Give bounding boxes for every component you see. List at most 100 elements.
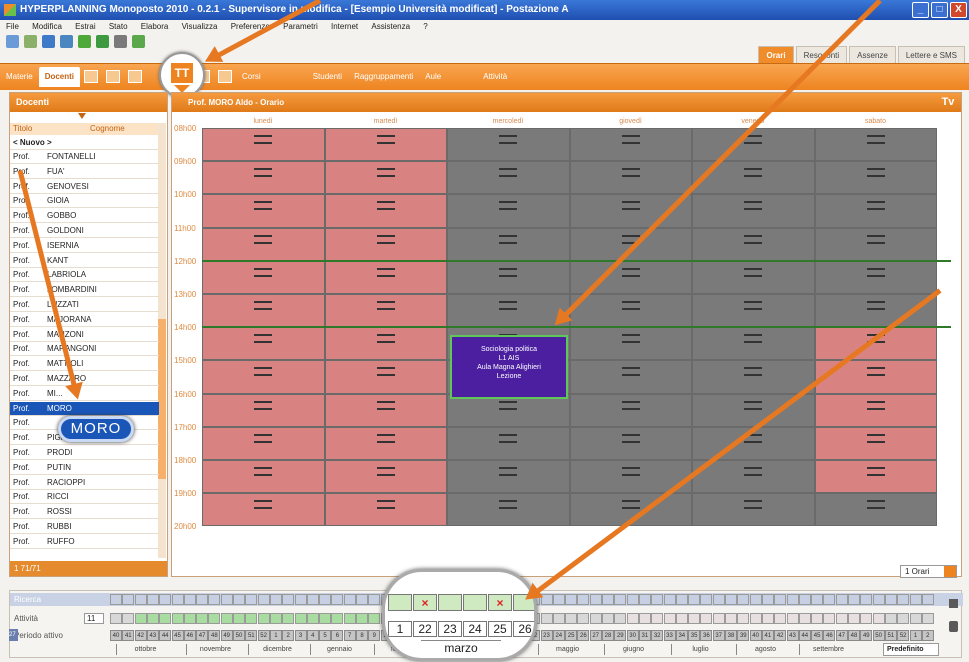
ricerca-cell[interactable] — [171, 594, 184, 605]
maximize-button[interactable]: □ — [931, 2, 948, 18]
activity-cell[interactable] — [921, 613, 934, 624]
activity-cell[interactable] — [663, 613, 676, 624]
ricerca-cell[interactable] — [134, 594, 147, 605]
week-cell[interactable]: 29 — [614, 630, 627, 641]
menu-help[interactable]: ? — [423, 22, 427, 31]
timetable-slot[interactable] — [447, 426, 570, 460]
activity-cell[interactable] — [159, 613, 172, 624]
week-cell[interactable]: 51 — [884, 630, 897, 641]
zoom-date[interactable]: 23 — [438, 621, 462, 637]
timetable-slot[interactable] — [447, 161, 570, 195]
tab-assenze[interactable]: Assenze — [849, 46, 896, 63]
week-cell[interactable]: 1 — [269, 630, 282, 641]
ricerca-cell[interactable] — [269, 594, 282, 605]
ricerca-cell[interactable] — [675, 594, 688, 605]
report-icon[interactable] — [218, 70, 233, 83]
ricerca-cell[interactable] — [306, 594, 319, 605]
activity-cell[interactable] — [614, 613, 627, 624]
timetable-slot[interactable] — [324, 294, 447, 328]
timetable-slot[interactable] — [692, 360, 815, 394]
ricerca-cell[interactable] — [220, 594, 233, 605]
timetable-slot[interactable] — [692, 260, 815, 294]
activity-cell[interactable] — [786, 613, 799, 624]
teacher-row[interactable]: Prof. FONTANELLI — [10, 150, 159, 164]
week-cell[interactable]: 52 — [897, 630, 910, 641]
week-cell[interactable]: 4 — [306, 630, 319, 641]
timetable-slot[interactable] — [447, 194, 570, 228]
ricerca-cell[interactable] — [921, 594, 934, 605]
month-label[interactable]: luglio — [671, 644, 729, 655]
week-cell[interactable]: 42 — [774, 630, 787, 641]
export-icon[interactable] — [78, 35, 91, 48]
timetable-slot[interactable] — [569, 294, 692, 328]
ricerca-cell[interactable] — [294, 594, 307, 605]
tab-orari[interactable]: Orari — [758, 46, 794, 63]
month-label[interactable]: gennaio — [310, 644, 368, 655]
ricerca-cell[interactable] — [183, 594, 196, 605]
timetable-slot[interactable] — [324, 194, 447, 228]
predefinito-select[interactable]: Predefinito — [883, 643, 939, 656]
week-cell[interactable]: 50 — [233, 630, 245, 641]
week-cell[interactable]: 48 — [848, 630, 860, 641]
teacher-row[interactable]: Prof. LOMBARDINI — [10, 283, 159, 298]
activity-cell[interactable] — [774, 613, 787, 624]
print-strip-icon[interactable] — [949, 599, 958, 608]
list-view-icon[interactable] — [84, 70, 99, 83]
month-label[interactable]: novembre — [186, 644, 244, 655]
week-cell[interactable]: 8 — [356, 630, 368, 641]
activity-cell[interactable] — [737, 613, 750, 624]
activity-cell[interactable] — [848, 613, 860, 624]
col-cognome[interactable]: Cognome — [50, 123, 125, 135]
menu-modifica[interactable]: Modifica — [32, 22, 62, 31]
tab-lettere-sms[interactable]: Lettere e SMS — [897, 46, 965, 63]
timetable-view-icon[interactable]: TT — [171, 63, 193, 83]
activity-cell[interactable] — [438, 594, 462, 611]
ricerca-cell[interactable] — [712, 594, 725, 605]
activity-cell[interactable] — [233, 613, 245, 624]
activity-cell[interactable] — [220, 613, 233, 624]
activity-cell[interactable] — [909, 613, 922, 624]
timetable-slot[interactable] — [814, 227, 937, 261]
ricerca-cell[interactable] — [159, 594, 172, 605]
tab-docenti[interactable]: Docenti — [38, 66, 81, 87]
teacher-row[interactable]: Prof. RUFFO — [10, 535, 159, 549]
timetable-slot[interactable] — [814, 260, 937, 294]
course-block[interactable]: Sociologia politica L1 AIS Aula Magna Alig… — [450, 335, 568, 400]
ricerca-cell[interactable] — [319, 594, 332, 605]
timetable-slot[interactable] — [202, 227, 325, 261]
ricerca-cell[interactable] — [737, 594, 750, 605]
tab-corsi[interactable]: Corsi — [236, 67, 267, 87]
timetable-slot[interactable] — [814, 294, 937, 328]
teacher-row[interactable]: Prof. GIOIA — [10, 194, 159, 209]
timetable-slot[interactable] — [569, 360, 692, 394]
teacher-row[interactable]: Prof. MORO — [10, 401, 159, 416]
timetable-slot[interactable] — [447, 460, 570, 494]
zoom-date[interactable]: 22 — [413, 621, 437, 637]
timetable-slot[interactable] — [569, 227, 692, 261]
activity-cell[interactable] — [196, 613, 209, 624]
week-cell[interactable]: 7 — [343, 630, 356, 641]
week-cell[interactable]: 49 — [220, 630, 233, 641]
week-cell[interactable]: 40 — [110, 630, 122, 641]
ricerca-cell[interactable] — [343, 594, 356, 605]
new-teacher-row[interactable]: < Nuovo > — [10, 136, 159, 150]
timetable-slot[interactable] — [814, 393, 937, 427]
ricerca-cell[interactable] — [651, 594, 664, 605]
ricerca-cell[interactable] — [245, 594, 258, 605]
minimize-button[interactable]: _ — [912, 2, 929, 18]
week-cell[interactable]: 45 — [811, 630, 824, 641]
timetable-slot[interactable] — [324, 227, 447, 261]
zoom-date[interactable]: 25 — [488, 621, 512, 637]
ricerca-cell[interactable] — [663, 594, 676, 605]
col-titolo[interactable]: Titolo — [10, 123, 50, 135]
timetable-slot[interactable] — [569, 426, 692, 460]
timetable-slot[interactable] — [692, 194, 815, 228]
teacher-row[interactable]: Prof.FUA' — [10, 165, 159, 179]
month-label[interactable]: giugno — [604, 644, 662, 655]
timetable-slot[interactable] — [569, 161, 692, 195]
ricerca-cell[interactable] — [577, 594, 590, 605]
activity-cell[interactable] — [749, 613, 762, 624]
menu-assistenza[interactable]: Assistenza — [371, 22, 410, 31]
activity-cell[interactable] — [257, 613, 270, 624]
ricerca-cell[interactable] — [774, 594, 787, 605]
